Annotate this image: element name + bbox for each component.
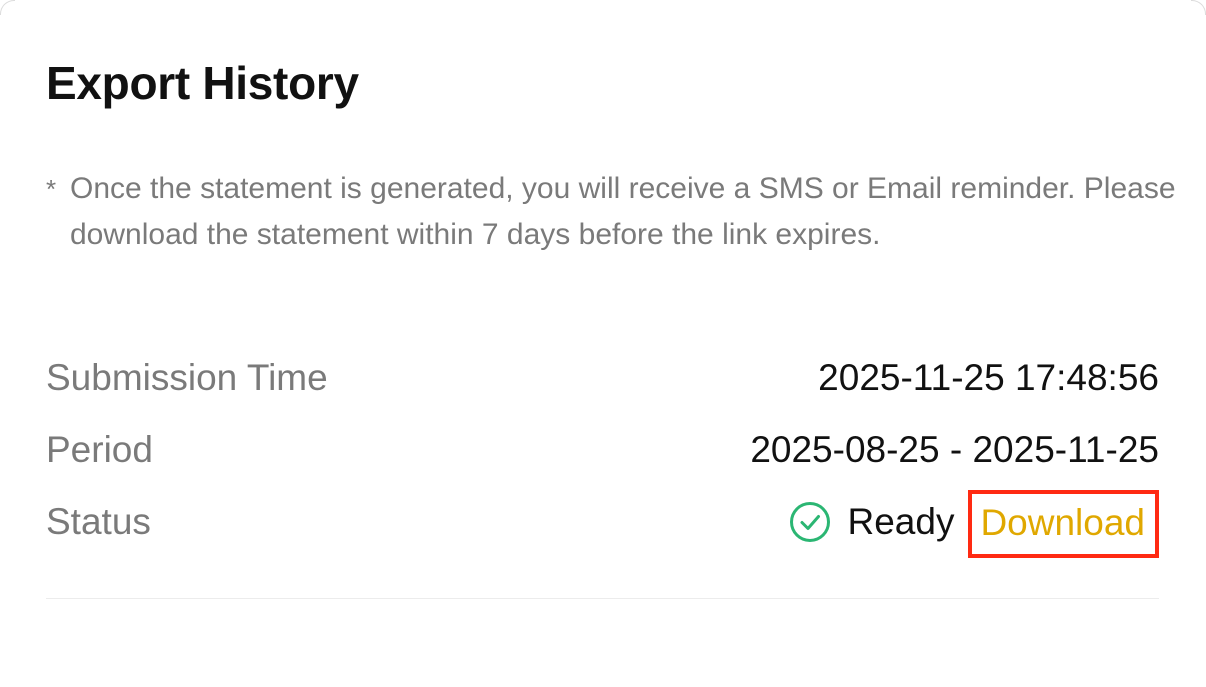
status-text: Ready (847, 501, 955, 542)
expiry-notice: * Once the statement is generated, you w… (46, 166, 1186, 258)
period-row: Period 2025-08-25 - 2025-11-25 (46, 422, 1159, 478)
submission-time-row: Submission Time 2025-11-25 17:48:56 (46, 350, 1159, 406)
notice-asterisk: * (46, 174, 57, 204)
check-circle-icon (790, 502, 831, 542)
period-value: 2025-08-25 - 2025-11-25 (750, 429, 1159, 470)
notice-text: Once the statement is generated, you wil… (70, 172, 1176, 251)
status-row: Status Ready Download (46, 490, 1159, 558)
status-label: Status (46, 501, 151, 542)
panel-corner-right (1191, 0, 1206, 15)
download-link[interactable]: Download (968, 490, 1159, 558)
divider (46, 598, 1159, 599)
submission-time-label: Submission Time (46, 357, 328, 398)
panel-corner-left (0, 0, 15, 15)
period-label: Period (46, 429, 153, 470)
status-value-group: Ready Download (789, 488, 1159, 558)
submission-time-value: 2025-11-25 17:48:56 (818, 357, 1159, 398)
export-history-panel: Export History * Once the statement is g… (0, 0, 1206, 687)
page-title: Export History (46, 57, 359, 109)
